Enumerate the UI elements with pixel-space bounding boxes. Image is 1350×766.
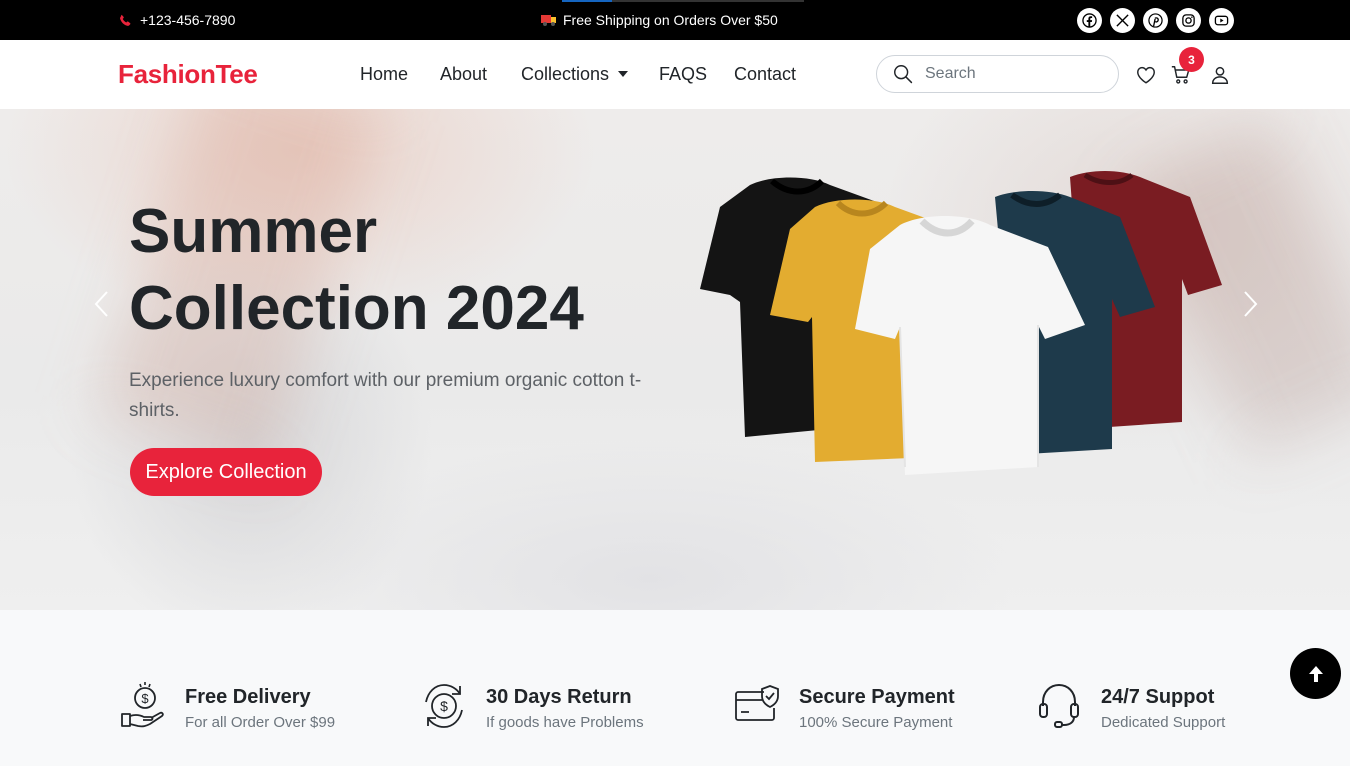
- hero-subtitle: Experience luxury comfort with our premi…: [129, 370, 642, 421]
- tshirts-image: [700, 171, 1222, 475]
- x-icon: [1116, 14, 1129, 27]
- feature-title: Secure Payment: [799, 686, 955, 708]
- shipping-notice: Free Shipping on Orders Over $50: [541, 12, 778, 28]
- brand-logo[interactable]: FashionTee: [118, 59, 258, 90]
- caret-down-icon: [618, 71, 629, 77]
- hero-carousel: Summer Collection 2024 Experience luxury…: [0, 109, 1350, 610]
- nav-home[interactable]: Home: [360, 64, 408, 85]
- cart-count-badge: 3: [1179, 47, 1204, 72]
- carousel-next-icon[interactable]: [1238, 289, 1262, 319]
- feature-desc: If goods have Problems: [486, 714, 644, 731]
- carousel-prev-icon[interactable]: [90, 289, 114, 319]
- instagram-icon: [1182, 14, 1195, 27]
- arrow-up-icon: [1308, 665, 1323, 682]
- search-box[interactable]: [876, 55, 1119, 93]
- hero-title: Summer Collection 2024: [129, 193, 689, 347]
- secure-card-icon: [735, 685, 779, 721]
- instagram-link[interactable]: [1176, 8, 1201, 33]
- phone-contact[interactable]: +123-456-7890: [119, 12, 235, 28]
- user-icon[interactable]: [1209, 64, 1231, 86]
- youtube-icon: [1214, 15, 1229, 26]
- return-money-icon: $: [425, 684, 463, 728]
- youtube-link[interactable]: [1209, 8, 1234, 33]
- top-accent-line: [562, 0, 612, 2]
- shipping-text: Free Shipping on Orders Over $50: [563, 12, 778, 28]
- feature-returns: $ 30 Days Return If goods have Problems: [421, 680, 644, 731]
- back-to-top-button[interactable]: [1290, 648, 1341, 699]
- pinterest-icon: [1148, 13, 1163, 28]
- pinterest-link[interactable]: [1143, 8, 1168, 33]
- feature-support: 24/7 Suppot Dedicated Support: [1036, 680, 1225, 731]
- feature-secure-payment: Secure Payment 100% Secure Payment: [734, 680, 955, 731]
- explore-collection-button[interactable]: Explore Collection: [130, 448, 322, 496]
- feature-desc: For all Order Over $99: [185, 714, 336, 731]
- feature-free-delivery: $ Free Delivery For all Order Over $99: [120, 680, 335, 731]
- facebook-icon: [1082, 13, 1097, 28]
- top-bar: +123-456-7890 Free Shipping on Orders Ov…: [0, 0, 1350, 40]
- headset-icon: [1039, 683, 1079, 728]
- heart-icon[interactable]: [1135, 64, 1157, 86]
- nav-about[interactable]: About: [440, 64, 487, 85]
- feature-title: 30 Days Return: [486, 686, 632, 708]
- svg-text:$: $: [440, 698, 448, 714]
- nav-faqs[interactable]: FAQS: [659, 64, 707, 85]
- nav-collections[interactable]: Collections: [521, 64, 629, 85]
- x-link[interactable]: [1110, 8, 1135, 33]
- truck-icon: [541, 15, 556, 26]
- phone-icon: [120, 14, 131, 26]
- feature-desc: Dedicated Support: [1101, 714, 1226, 731]
- search-input[interactable]: [925, 65, 1095, 83]
- features-section: $ Free Delivery For all Order Over $99 $…: [0, 610, 1350, 766]
- phone-number: +123-456-7890: [140, 12, 236, 28]
- svg-text:$: $: [141, 691, 149, 706]
- hero-title-line1: Summer: [129, 197, 378, 266]
- top-accent-line-dark: [612, 0, 804, 2]
- nav-collections-label: Collections: [521, 64, 610, 84]
- feature-desc: 100% Secure Payment: [799, 714, 953, 731]
- feature-title: 24/7 Suppot: [1101, 686, 1215, 708]
- feature-title: Free Delivery: [185, 686, 311, 708]
- hero-title-line2: Collection 2024: [129, 274, 584, 343]
- nav-contact[interactable]: Contact: [734, 64, 796, 85]
- delivery-money-icon: $: [121, 682, 164, 728]
- main-navbar: FashionTee Home About Collections FAQS C…: [0, 40, 1350, 109]
- search-icon: [894, 65, 913, 84]
- facebook-link[interactable]: [1077, 8, 1102, 33]
